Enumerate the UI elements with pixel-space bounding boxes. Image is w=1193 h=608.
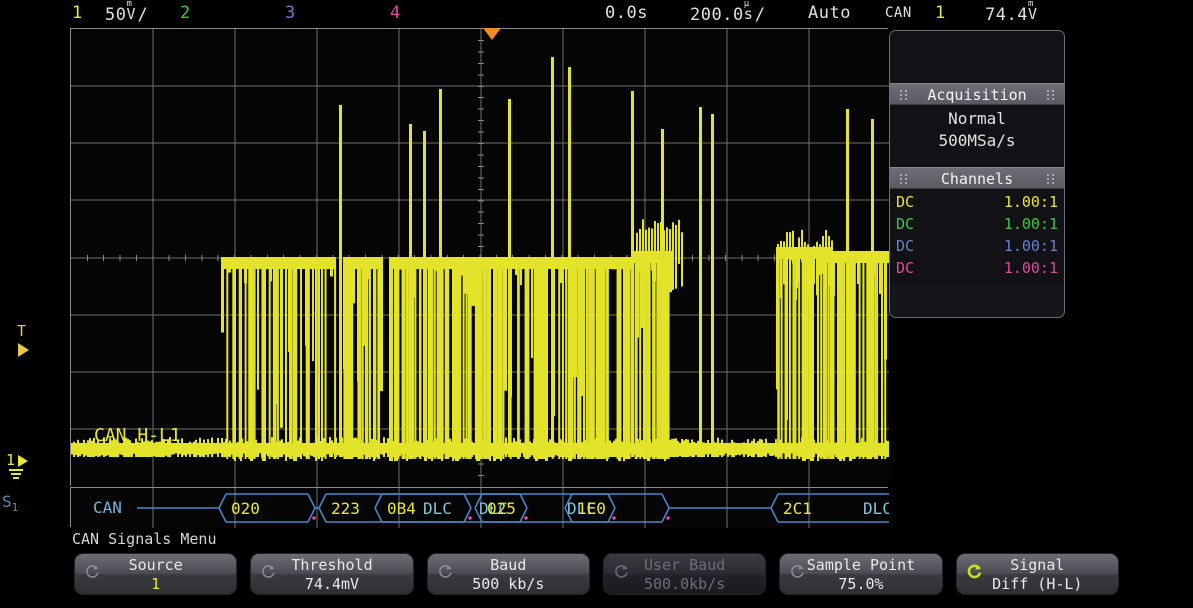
screen-footer bbox=[0, 600, 1193, 608]
channel-1-label[interactable]: CAN_H-L1 bbox=[94, 425, 181, 446]
channel-status-row[interactable]: DC 1.00:1 bbox=[890, 235, 1064, 257]
channel-1-scale-value: 50 bbox=[105, 5, 127, 25]
decode-packet-text: 0B4 bbox=[387, 499, 416, 518]
timebase-readout[interactable]: 200.0 µ s / bbox=[690, 0, 766, 25]
drag-handle-left-icon bbox=[900, 174, 907, 184]
channel-coupling: DC bbox=[896, 193, 915, 211]
acquisition-panel-header[interactable]: Acquisition bbox=[890, 83, 1064, 105]
channel-coupling: DC bbox=[896, 237, 915, 255]
rotary-knob-icon bbox=[86, 565, 99, 578]
channel-2-indicator[interactable]: 2 bbox=[180, 3, 191, 23]
channel-4-indicator[interactable]: 4 bbox=[390, 3, 401, 23]
decode-packet-text: DLC bbox=[423, 499, 452, 518]
channels-panel-header[interactable]: Channels bbox=[890, 167, 1064, 189]
softkey-signal[interactable]: Signal Diff (H-L) bbox=[955, 553, 1119, 595]
trigger-arrow-icon bbox=[18, 343, 29, 357]
unit-base: s bbox=[743, 5, 754, 23]
rotary-knob-icon bbox=[438, 565, 452, 578]
drag-handle-left-icon bbox=[900, 90, 907, 100]
waveform-plot-area[interactable] bbox=[70, 28, 889, 487]
status-side-panel: Acquisition Normal 500MSa/s Channels DC … bbox=[889, 30, 1065, 318]
channel-coupling: DC bbox=[896, 215, 915, 233]
channel-1-indicator[interactable]: 1 bbox=[72, 3, 83, 23]
decode-frame-dot bbox=[468, 516, 472, 520]
decode-packet-text: 020 bbox=[231, 499, 260, 518]
panel-top-blank bbox=[890, 31, 1064, 83]
delay-readout[interactable]: 0.0s bbox=[605, 3, 648, 23]
channels-title: Channels bbox=[940, 170, 1014, 188]
drag-handle-right-icon bbox=[1047, 90, 1054, 100]
menu-title: CAN Signals Menu bbox=[72, 530, 217, 548]
timebase-value: 200.0 bbox=[690, 5, 744, 25]
decode-waveform: CAN 020 223 DLC0B4 DLC025 DLC1E0 2C1 DLC bbox=[93, 488, 889, 528]
microsecond-unit: µs bbox=[743, 0, 755, 23]
decode-lane-index: 1 bbox=[11, 501, 19, 515]
acquisition-panel-body: Normal 500MSa/s bbox=[890, 105, 1064, 167]
softkey-sample-point[interactable]: Sample Point 75.0% bbox=[779, 553, 943, 595]
trigger-mode-readout[interactable]: Auto bbox=[808, 3, 851, 23]
millivolt-unit: mV bbox=[126, 0, 137, 23]
softkey-row: Source 1 Threshold 74.4mV Baud 500 kb/s User B… bbox=[74, 553, 1119, 597]
trigger-level-marker[interactable]: T bbox=[16, 324, 40, 368]
rotary-knob-icon bbox=[791, 565, 805, 578]
softkey-baud[interactable]: Baud 500 kb/s bbox=[426, 553, 590, 595]
decode-frame-dot bbox=[666, 516, 670, 520]
decode-lane-letter: S bbox=[2, 492, 12, 511]
channel-probe-ratio: 1.00:1 bbox=[1003, 215, 1058, 233]
per-div-slash: / bbox=[754, 5, 766, 25]
ground-icon-bar-2 bbox=[11, 473, 21, 475]
decode-lane-marker[interactable]: S1 bbox=[2, 492, 18, 514]
acquisition-title: Acquisition bbox=[927, 86, 1027, 104]
ground-icon-bar-3 bbox=[13, 477, 19, 479]
trigger-type-readout[interactable]: CAN bbox=[885, 5, 912, 21]
softkey-user-baud[interactable]: User Baud 500.0kb/s bbox=[602, 553, 767, 595]
top-status-bar: 1 50 m V/ 2 3 4 0.0s 200.0 µ s / Auto CAN 1 7… bbox=[0, 0, 1193, 28]
channel-3-indicator[interactable]: 3 bbox=[285, 3, 296, 23]
decode-frame-dot bbox=[612, 516, 616, 520]
millivolt-unit: mV bbox=[1027, 0, 1039, 23]
channel-status-row[interactable]: DC 1.00:1 bbox=[890, 191, 1064, 213]
left-marker-gutter: T 1 bbox=[0, 28, 70, 486]
per-div-slash: / bbox=[137, 5, 149, 25]
channel-status-row[interactable]: DC 1.00:1 bbox=[890, 213, 1064, 235]
acquisition-mode: Normal bbox=[948, 109, 1006, 128]
trigger-level-value: 74.4 bbox=[985, 5, 1028, 25]
decode-packet-text: 025 bbox=[487, 499, 516, 518]
oscilloscope-screen: 1 50 m V/ 2 3 4 0.0s 200.0 µ s / Auto CAN 1 7… bbox=[0, 0, 1193, 608]
can-decode-lane[interactable]: CAN 020 223 DLC 0B4 DLC 025 DLC 1E0 2C1 DLC bbox=[70, 487, 889, 528]
channel-probe-ratio: 1.00:1 bbox=[1003, 259, 1058, 277]
trigger-position-marker[interactable] bbox=[483, 28, 501, 40]
channel-1-scale[interactable]: 50 m V / bbox=[105, 0, 149, 25]
drag-handle-right-icon bbox=[1047, 174, 1054, 184]
trigger-letter: T bbox=[17, 322, 27, 340]
rotary-knob-icon bbox=[967, 564, 981, 579]
rotary-knob-icon bbox=[615, 565, 628, 578]
decode-frame-dot bbox=[312, 516, 316, 520]
ground-arrow-icon bbox=[18, 455, 28, 467]
unit-base: V bbox=[1027, 5, 1038, 23]
channel-probe-ratio: 1.00:1 bbox=[1003, 193, 1058, 211]
channel-1-waveform bbox=[71, 57, 889, 461]
trigger-level-readout[interactable]: 74.4 m V bbox=[985, 0, 1039, 25]
channel-coupling: DC bbox=[896, 259, 915, 277]
softkey-threshold[interactable]: Threshold 74.4mV bbox=[250, 553, 414, 595]
ground-icon-bar-1 bbox=[9, 469, 23, 471]
channel-probe-ratio: 1.00:1 bbox=[1003, 237, 1058, 255]
channels-panel-body: DC 1.00:1 DC 1.00:1 DC 1.00:1 DC 1.00:1 bbox=[890, 189, 1064, 284]
softkey-source[interactable]: Source 1 bbox=[74, 553, 238, 595]
decode-bus-label: CAN bbox=[93, 498, 122, 517]
decode-packet-text: 1E0 bbox=[577, 499, 606, 518]
decode-packet-text: DLC bbox=[863, 499, 889, 518]
decode-packet-text: 2C1 bbox=[783, 499, 812, 518]
decode-frame-dot bbox=[524, 516, 528, 520]
decode-packet-text: 223 bbox=[331, 499, 360, 518]
channel-1-ground-marker[interactable]: 1 bbox=[6, 453, 40, 487]
ground-marker-number: 1 bbox=[6, 451, 16, 469]
channel-status-row[interactable]: DC 1.00:1 bbox=[890, 257, 1064, 279]
unit-base: V bbox=[126, 5, 137, 23]
rotary-knob-icon bbox=[262, 565, 276, 578]
trigger-source-readout[interactable]: 1 bbox=[935, 3, 946, 23]
acquisition-sample-rate: 500MSa/s bbox=[938, 131, 1016, 150]
